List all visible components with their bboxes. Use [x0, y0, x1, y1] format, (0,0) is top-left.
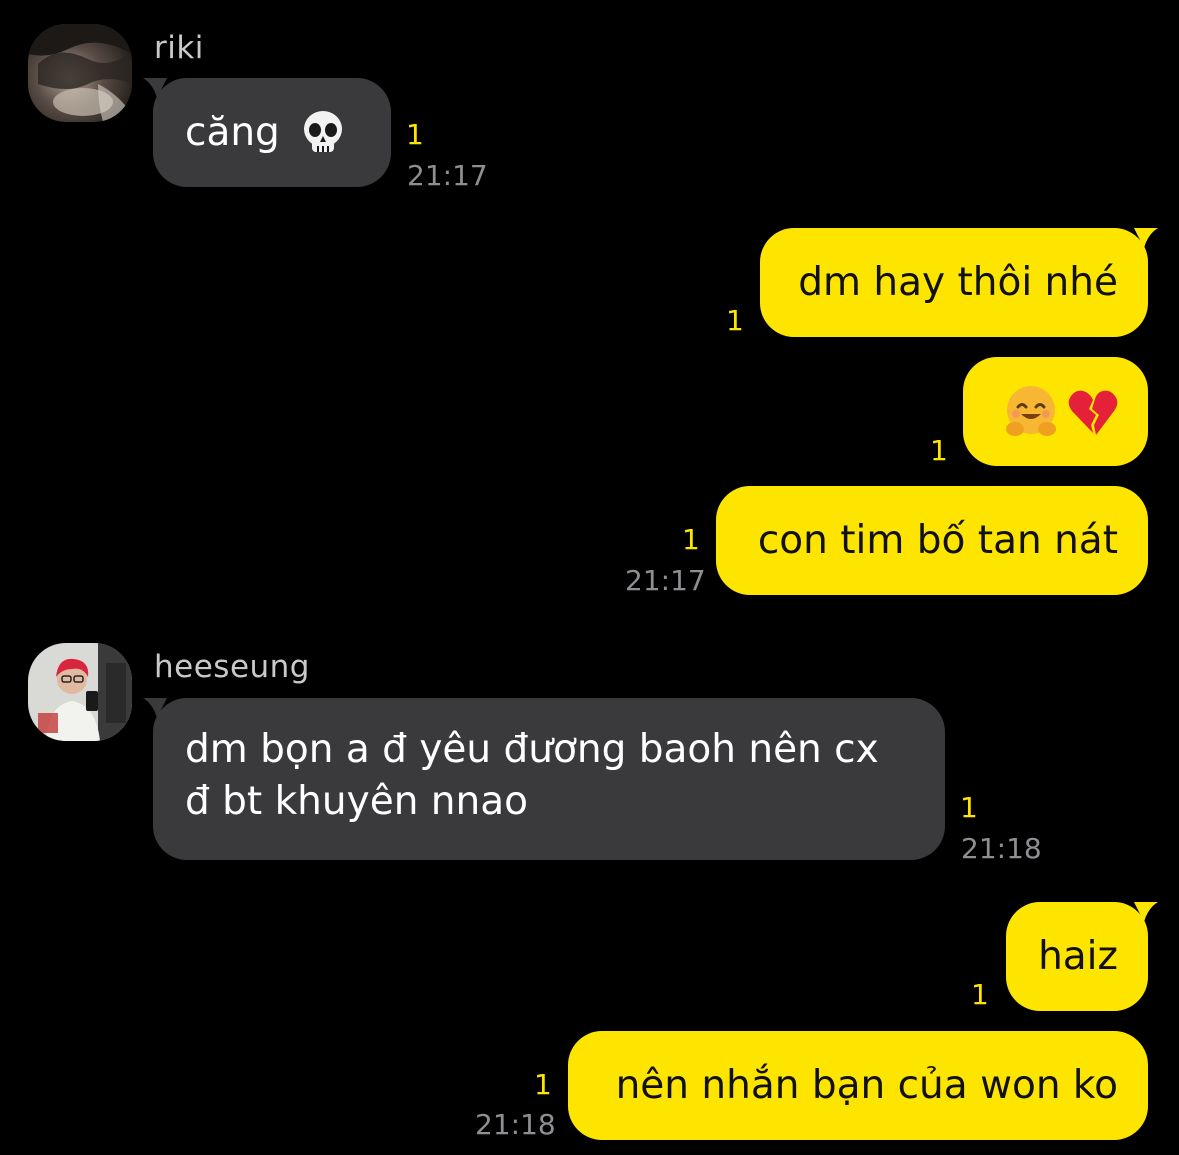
unread-count: 1 — [726, 304, 744, 337]
timestamp: 21:18 — [475, 1108, 556, 1141]
message-text: haiz — [1038, 933, 1118, 979]
timestamp: 21:18 — [961, 832, 1042, 865]
message-text: dm hay thôi nhé — [798, 259, 1118, 305]
message-bubble-outgoing[interactable]: haiz — [1006, 902, 1158, 1011]
message-bubble-incoming[interactable]: căng — [143, 78, 391, 187]
bubble-tail — [1134, 902, 1158, 922]
message-text: dm bọn a đ yêu đương baoh nên cx đ bt kh… — [185, 727, 879, 824]
avatar-heeseung[interactable] — [28, 643, 132, 741]
unread-count: 1 — [960, 791, 978, 824]
bubble-tail — [143, 698, 167, 718]
message-bubble-outgoing[interactable]: con tim bố tan nát — [716, 486, 1148, 595]
sender-name-heeseung: heeseung — [154, 649, 310, 685]
unread-count: 1 — [682, 523, 700, 556]
timestamp: 21:17 — [407, 159, 488, 192]
skull-emoji — [298, 108, 348, 158]
unread-count: 1 — [406, 118, 424, 151]
hugging-face-emoji — [1002, 383, 1060, 441]
message-bubble-outgoing[interactable] — [963, 357, 1148, 466]
heeseung-avatar-photo — [28, 643, 132, 741]
unread-count: 1 — [971, 978, 989, 1011]
avatar-riki[interactable] — [28, 24, 132, 122]
riki-avatar-photo — [28, 24, 132, 122]
message-bubble-outgoing[interactable]: dm hay thôi nhé — [760, 228, 1158, 337]
message-bubble-outgoing[interactable]: nên nhắn bạn của won ko — [568, 1031, 1148, 1140]
broken-heart-emoji — [1066, 385, 1120, 439]
unread-count: 1 — [930, 434, 948, 467]
message-text: căng — [185, 109, 280, 155]
message-text: con tim bố tan nát — [757, 517, 1118, 563]
bubble-tail — [143, 78, 167, 98]
unread-count: 1 — [534, 1068, 552, 1101]
sender-name-riki: riki — [154, 30, 204, 66]
message-text: nên nhắn bạn của won ko — [615, 1062, 1118, 1108]
message-bubble-incoming[interactable]: dm bọn a đ yêu đương baoh nên cx đ bt kh… — [143, 698, 945, 860]
bubble-tail — [1134, 228, 1158, 248]
timestamp: 21:17 — [625, 564, 706, 597]
